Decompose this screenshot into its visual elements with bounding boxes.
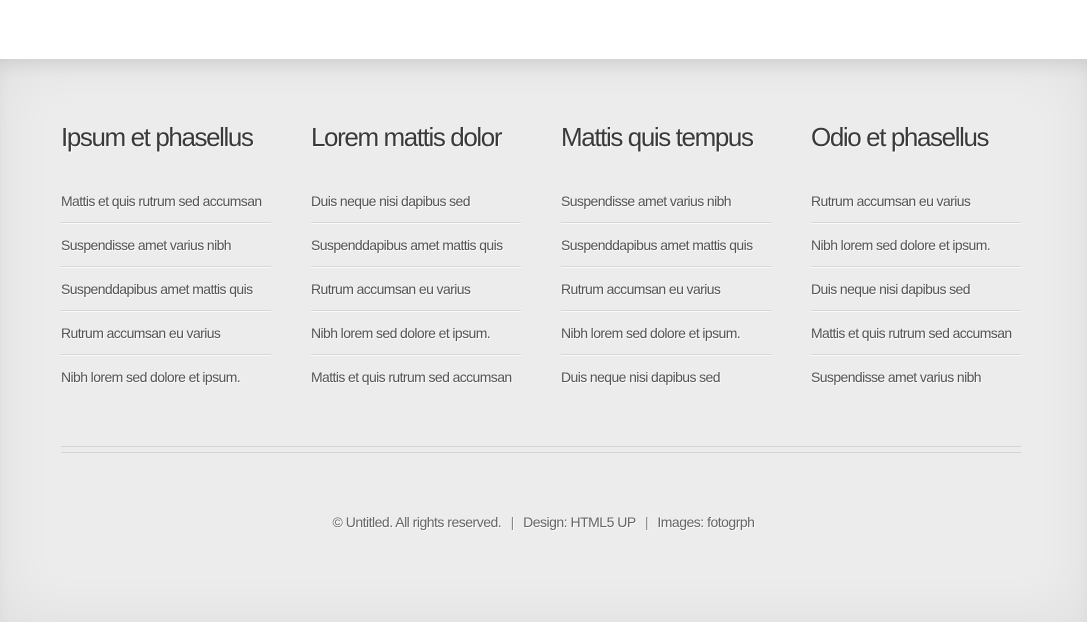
copyright-bar: © Untitled. All rights reserved. | Desig… [0, 514, 1087, 530]
footer-link[interactable]: Rutrum accumsan eu varius [811, 193, 971, 209]
link-list: Duis neque nisi dapibus sed Suspenddapib… [311, 179, 521, 398]
header-spacer [0, 0, 1087, 59]
footer-link[interactable]: Nibh lorem sed dolore et ipsum. [311, 325, 491, 341]
footer-link[interactable]: Rutrum accumsan eu varius [311, 281, 471, 297]
list-item: Mattis et quis rutrum sed accumsan [311, 355, 521, 398]
footer-link[interactable]: Rutrum accumsan eu varius [561, 281, 721, 297]
list-item: Suspendisse amet varius nibh [61, 223, 271, 267]
list-item: Suspenddapibus amet mattis quis [311, 223, 521, 267]
footer-link[interactable]: Nibh lorem sed dolore et ipsum. [561, 325, 741, 341]
footer-link[interactable]: Mattis et quis rutrum sed accumsan [811, 325, 1012, 341]
list-item: Duis neque nisi dapibus sed [311, 179, 521, 223]
list-item: Duis neque nisi dapibus sed [811, 267, 1021, 311]
footer-link[interactable]: Suspendisse amet varius nibh [61, 237, 232, 253]
footer: Ipsum et phasellus Mattis et quis rutrum… [0, 59, 1087, 622]
images-label: Images: [657, 514, 704, 530]
footer-column-1: Ipsum et phasellus Mattis et quis rutrum… [61, 117, 271, 398]
footer-link[interactable]: Suspenddapibus amet mattis quis [311, 237, 503, 253]
column-heading: Ipsum et phasellus [61, 122, 254, 152]
footer-columns: Ipsum et phasellus Mattis et quis rutrum… [61, 117, 1021, 398]
list-item: Duis neque nisi dapibus sed [561, 355, 771, 398]
list-item: Suspenddapibus amet mattis quis [561, 223, 771, 267]
copyright-text: © Untitled. All rights reserved. [332, 514, 502, 530]
footer-link[interactable]: Duis neque nisi dapibus sed [311, 193, 471, 209]
list-item: Nibh lorem sed dolore et ipsum. [561, 311, 771, 355]
design-credit-link[interactable]: HTML5 UP [570, 514, 635, 530]
list-item: Rutrum accumsan eu varius [311, 267, 521, 311]
images-credit-link[interactable]: fotogrph [707, 514, 755, 530]
footer-link[interactable]: Nibh lorem sed dolore et ipsum. [61, 369, 241, 385]
column-heading: Mattis quis tempus [561, 122, 754, 152]
footer-link[interactable]: Suspenddapibus amet mattis quis [561, 237, 753, 253]
link-list: Suspendisse amet varius nibh Suspenddapi… [561, 179, 771, 398]
list-item: Rutrum accumsan eu varius [811, 179, 1021, 223]
column-heading: Odio et phasellus [811, 122, 990, 152]
footer-column-3: Mattis quis tempus Suspendisse amet vari… [561, 117, 771, 398]
footer-column-2: Lorem mattis dolor Duis neque nisi dapib… [311, 117, 521, 398]
footer-column-4: Odio et phasellus Rutrum accumsan eu var… [811, 117, 1021, 398]
footer-link[interactable]: Duis neque nisi dapibus sed [561, 369, 721, 385]
footer-link[interactable]: Suspendisse amet varius nibh [561, 193, 732, 209]
footer-link[interactable]: Rutrum accumsan eu varius [61, 325, 221, 341]
list-item: Mattis et quis rutrum sed accumsan [811, 311, 1021, 355]
list-item: Nibh lorem sed dolore et ipsum. [811, 223, 1021, 267]
list-item: Rutrum accumsan eu varius [561, 267, 771, 311]
list-item: Mattis et quis rutrum sed accumsan [61, 179, 271, 223]
footer-divider [61, 446, 1021, 453]
footer-link[interactable]: Mattis et quis rutrum sed accumsan [311, 369, 512, 385]
list-item: Nibh lorem sed dolore et ipsum. [61, 355, 271, 398]
column-heading: Lorem mattis dolor [311, 122, 503, 152]
footer-link[interactable]: Nibh lorem sed dolore et ipsum. [811, 237, 991, 253]
list-item: Suspenddapibus amet mattis quis [61, 267, 271, 311]
list-item: Rutrum accumsan eu varius [61, 311, 271, 355]
separator: | [644, 514, 649, 530]
footer-link[interactable]: Suspenddapibus amet mattis quis [61, 281, 253, 297]
list-item: Suspendisse amet varius nibh [811, 355, 1021, 398]
separator: | [510, 514, 515, 530]
footer-link[interactable]: Suspendisse amet varius nibh [811, 369, 982, 385]
footer-link[interactable]: Duis neque nisi dapibus sed [811, 281, 971, 297]
design-label: Design: [523, 514, 568, 530]
list-item: Suspendisse amet varius nibh [561, 179, 771, 223]
link-list: Rutrum accumsan eu varius Nibh lorem sed… [811, 179, 1021, 398]
link-list: Mattis et quis rutrum sed accumsan Suspe… [61, 179, 271, 398]
list-item: Nibh lorem sed dolore et ipsum. [311, 311, 521, 355]
footer-link[interactable]: Mattis et quis rutrum sed accumsan [61, 193, 262, 209]
